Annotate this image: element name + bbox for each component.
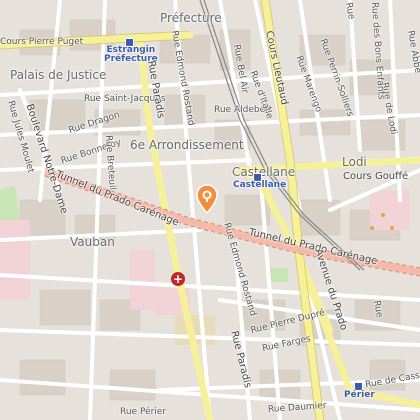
label-cours-pierre-puget: Cours Pierre Puget: [0, 37, 84, 47]
metro-perier-label: Périer: [344, 390, 375, 400]
label-prefecture: Préfecture: [160, 11, 222, 25]
location-pin-icon[interactable]: [196, 184, 218, 214]
label-lodi: Lodi: [342, 155, 367, 169]
hospital-icon[interactable]: +: [171, 272, 185, 286]
label-6e-arrondissement: 6e Arrondissement: [130, 138, 244, 152]
map-canvas[interactable]: Préfecture Palais de Justice 6e Arrondis…: [0, 0, 420, 420]
metro-castellane-label: Castellane: [233, 180, 287, 190]
label-rue-lodi-top: Rue: [343, 1, 356, 21]
label-rue-perier: Rue Périer: [120, 407, 167, 417]
label-cours-gouffe: Cours Gouffé: [343, 171, 409, 182]
label-castellane: Castellane: [232, 165, 296, 179]
label-vauban: Vauban: [70, 235, 115, 249]
label-rue-right: Rue: [371, 299, 384, 319]
label-palais-de-justice: Palais de Justice: [10, 68, 107, 82]
